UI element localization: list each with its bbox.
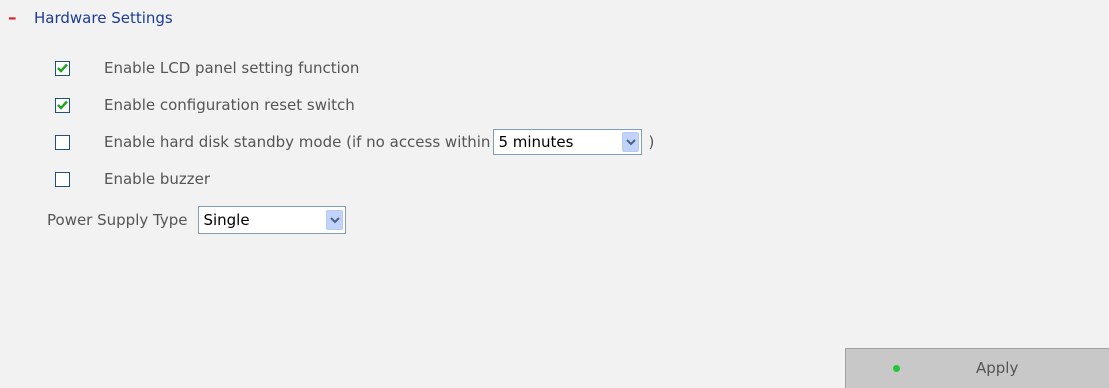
lcd-panel-label: Enable LCD panel setting function (104, 59, 360, 77)
power-supply-value: Single (203, 211, 250, 229)
option-lcd-panel: Enable LCD panel setting function (55, 56, 359, 80)
standby-time-select[interactable]: 5 minutes (493, 129, 643, 155)
option-config-reset: Enable configuration reset switch (55, 93, 355, 117)
power-supply-label: Power Supply Type (47, 211, 188, 229)
apply-label: Apply (976, 359, 1019, 377)
hdd-standby-label: Enable hard disk standby mode (if no acc… (104, 133, 491, 151)
buzzer-label: Enable buzzer (104, 170, 211, 188)
lcd-panel-checkbox[interactable] (55, 60, 70, 76)
section-header[interactable]: – Hardware Settings (8, 7, 173, 29)
apply-button[interactable]: Apply (845, 348, 1109, 388)
power-supply-row: Power Supply Type Single (47, 206, 347, 234)
section-title: Hardware Settings (34, 9, 173, 27)
config-reset-checkbox[interactable] (55, 97, 70, 113)
checkmark-icon (57, 63, 68, 73)
option-buzzer: Enable buzzer (55, 167, 210, 191)
buzzer-checkbox[interactable] (55, 171, 70, 187)
standby-time-value: 5 minutes (498, 133, 574, 151)
option-hdd-standby: Enable hard disk standby mode (if no acc… (55, 129, 655, 155)
hardware-settings-panel: – Hardware Settings Enable LCD panel set… (0, 0, 1109, 388)
checkmark-icon (57, 100, 68, 110)
green-dot-icon (893, 365, 900, 372)
chevron-down-icon[interactable] (326, 210, 344, 230)
config-reset-label: Enable configuration reset switch (104, 96, 355, 114)
collapse-icon[interactable]: – (8, 8, 26, 28)
hdd-standby-checkbox[interactable] (55, 134, 70, 150)
chevron-down-icon[interactable] (622, 132, 640, 152)
standby-close-paren: ) (648, 133, 655, 151)
power-supply-select[interactable]: Single (198, 206, 347, 234)
